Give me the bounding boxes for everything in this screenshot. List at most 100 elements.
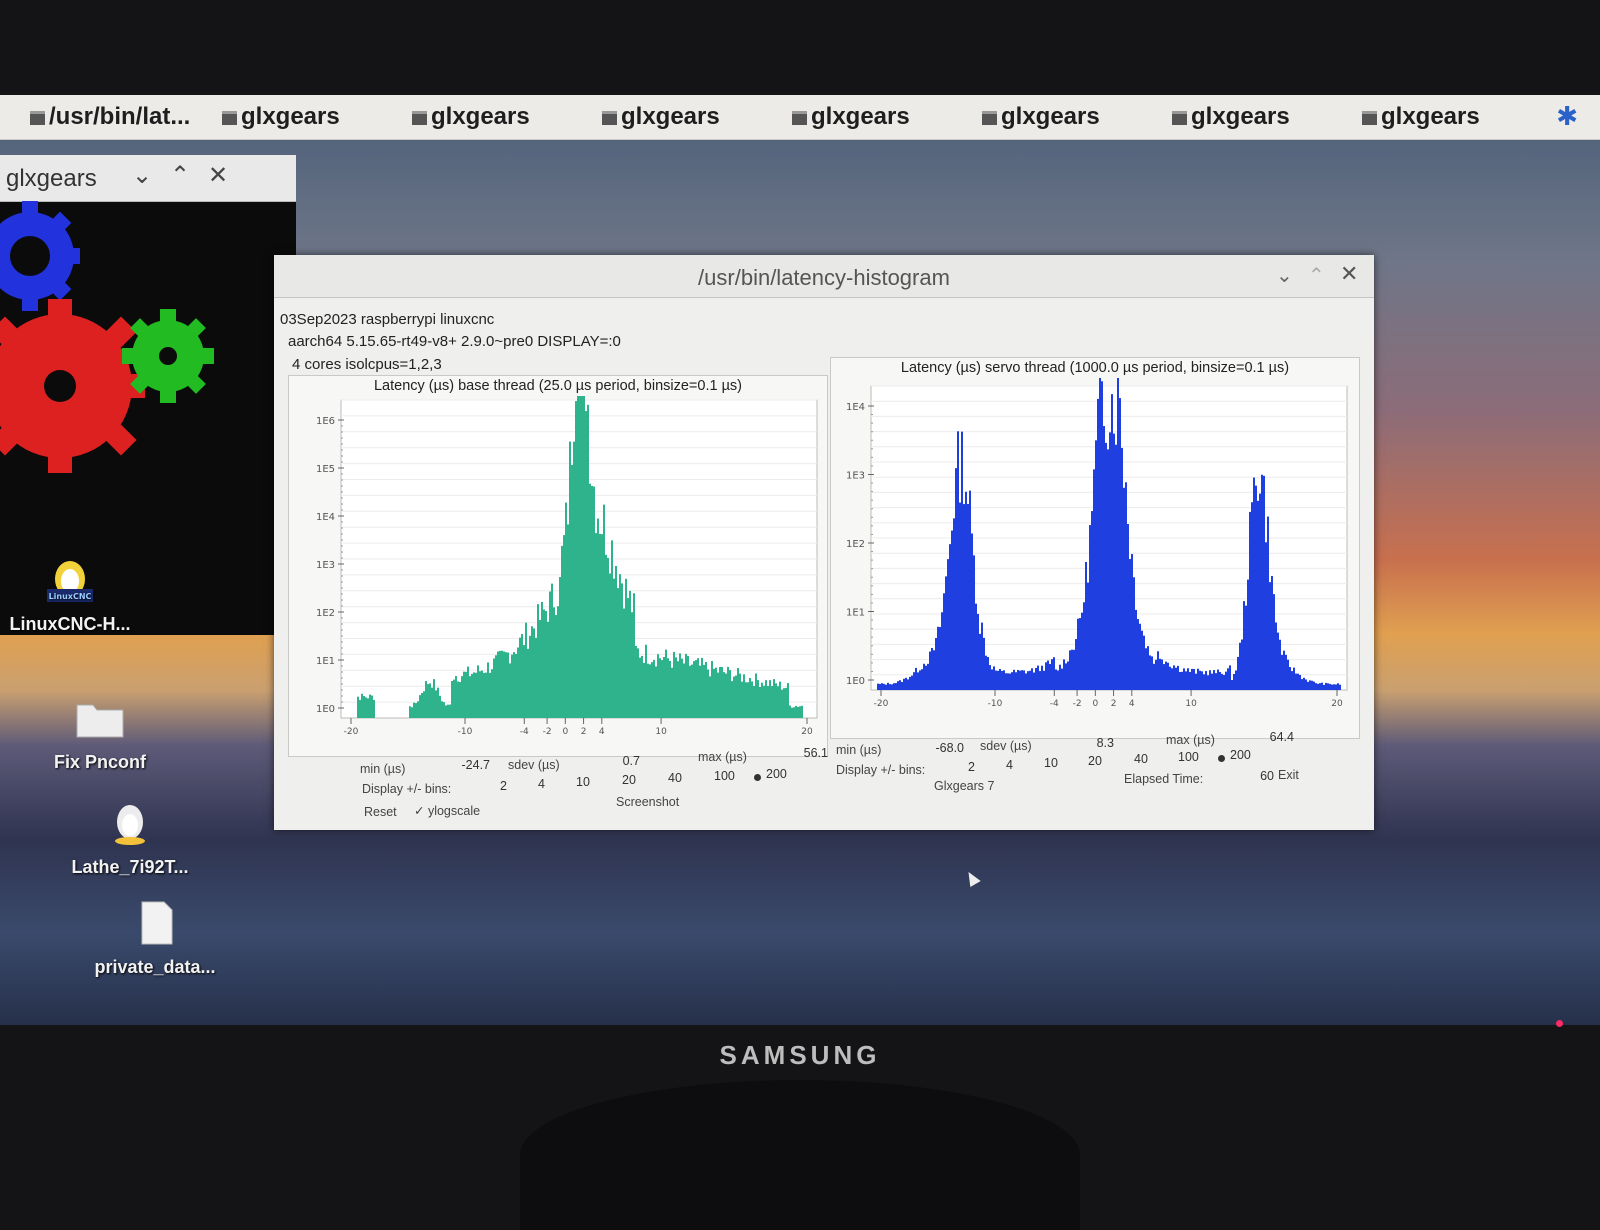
folder-icon bbox=[76, 704, 124, 738]
taskbar-item-latency-histogram[interactable]: /usr/bin/lat... bbox=[30, 103, 190, 131]
histogram-bar bbox=[361, 693, 363, 718]
histogram-bar bbox=[679, 653, 681, 718]
base-bins-option[interactable]: 10 bbox=[576, 775, 590, 789]
histogram-bar bbox=[1139, 623, 1141, 690]
desktop-icon-lathe[interactable]: Lathe_7i92T... bbox=[50, 800, 210, 878]
histogram-bar bbox=[923, 663, 925, 690]
y-tick-label: 1E2 bbox=[846, 539, 865, 550]
histogram-bar bbox=[1235, 670, 1237, 690]
histogram-bar bbox=[671, 667, 673, 718]
minimize-button[interactable]: ⌄ bbox=[132, 161, 152, 190]
y-tick-label: 1E4 bbox=[316, 512, 335, 523]
servo-bins-option[interactable]: 200 bbox=[1230, 748, 1251, 762]
histogram-bar bbox=[775, 683, 777, 718]
histogram-bar bbox=[759, 686, 761, 718]
histogram-bar bbox=[1105, 442, 1107, 690]
histogram-bar bbox=[1113, 433, 1115, 690]
histogram-bar bbox=[1091, 511, 1093, 690]
servo-sdev-label: sdev (µs) bbox=[980, 739, 1032, 753]
servo-bins-option[interactable]: 100 bbox=[1178, 750, 1199, 764]
histogram-bar bbox=[567, 524, 569, 718]
histogram-bar bbox=[1079, 618, 1081, 690]
bluetooth-icon[interactable]: ✱ bbox=[1556, 101, 1578, 132]
histogram-bar bbox=[1001, 670, 1003, 690]
glxgears-button[interactable]: Glxgears 7 bbox=[934, 779, 994, 793]
base-bins-option[interactable]: 4 bbox=[538, 777, 545, 791]
histogram-bar bbox=[493, 658, 495, 718]
base-bins-option[interactable]: 40 bbox=[668, 771, 682, 785]
desktop-icon-linuxcnc[interactable]: LinuxCNC LinuxCNC-H... bbox=[0, 557, 150, 635]
taskbar-item-glxgears[interactable]: glxgears bbox=[982, 103, 1100, 131]
taskbar-item-glxgears[interactable]: glxgears bbox=[222, 103, 340, 131]
ylogscale-checkbox[interactable]: ✓ ylogscale bbox=[414, 803, 480, 818]
desktop-icon-fix-pnconf[interactable]: Fix Pnconf bbox=[20, 695, 180, 773]
reset-button[interactable]: Reset bbox=[364, 805, 397, 819]
histogram-bar bbox=[465, 671, 467, 718]
histogram-bar bbox=[423, 691, 425, 718]
exit-button[interactable]: Exit bbox=[1278, 768, 1299, 782]
minimize-button[interactable]: ⌄ bbox=[1276, 263, 1293, 288]
histogram-bar bbox=[1093, 469, 1095, 690]
base-bins-option[interactable]: 2 bbox=[500, 779, 507, 793]
desktop-icon-private-data[interactable]: private_data... bbox=[75, 900, 235, 978]
close-button[interactable]: ✕ bbox=[208, 161, 228, 190]
servo-bins-selected-radio[interactable] bbox=[1218, 755, 1225, 762]
taskbar-item-glxgears[interactable]: glxgears bbox=[792, 103, 910, 131]
histogram-bar bbox=[885, 684, 887, 690]
histogram-bar bbox=[747, 682, 749, 718]
histogram-bar bbox=[1149, 655, 1151, 690]
taskbar-item-glxgears[interactable]: glxgears bbox=[1172, 103, 1290, 131]
histogram-bar bbox=[1243, 601, 1245, 690]
base-sdev-value: 0.7 bbox=[622, 754, 640, 768]
close-button[interactable]: ✕ bbox=[1340, 261, 1358, 287]
histogram-bar bbox=[685, 653, 687, 718]
histogram-bar bbox=[1173, 665, 1175, 690]
base-bins-option[interactable]: 200 bbox=[766, 767, 787, 781]
histogram-bar bbox=[1247, 579, 1249, 690]
taskbar-item-glxgears[interactable]: glxgears bbox=[412, 103, 530, 131]
histogram-bar bbox=[1013, 669, 1015, 690]
taskbar-item-glxgears[interactable]: glxgears bbox=[602, 103, 720, 131]
x-tick-label: 0 bbox=[1092, 699, 1098, 709]
histogram-bar bbox=[1213, 670, 1215, 690]
base-bins-option[interactable]: 20 bbox=[622, 773, 636, 787]
servo-bins-option[interactable]: 4 bbox=[1006, 758, 1013, 772]
elapsed-time-label: Elapsed Time: bbox=[1124, 772, 1204, 786]
histogram-bar bbox=[1097, 398, 1099, 690]
histogram-bar bbox=[1275, 622, 1277, 690]
histogram-bar bbox=[915, 667, 917, 690]
window-icon bbox=[982, 110, 997, 125]
screenshot-button[interactable]: Screenshot bbox=[616, 795, 679, 809]
servo-bins-option[interactable]: 10 bbox=[1044, 756, 1058, 770]
histogram-bar bbox=[883, 683, 885, 690]
histogram-bar bbox=[1039, 671, 1041, 690]
histogram-bar bbox=[1271, 576, 1273, 690]
histogram-bar bbox=[623, 608, 625, 718]
histogram-bar bbox=[913, 672, 915, 690]
histogram-bar bbox=[481, 670, 483, 718]
taskbar-item-glxgears[interactable]: glxgears bbox=[1362, 103, 1480, 131]
histogram-bar bbox=[947, 559, 949, 690]
histogram-bar bbox=[555, 615, 557, 718]
linuxcnc-icon bbox=[115, 805, 145, 845]
histogram-bar bbox=[545, 610, 547, 718]
servo-bins-option[interactable]: 20 bbox=[1088, 754, 1102, 768]
histogram-bar bbox=[503, 651, 505, 718]
histogram-bar bbox=[1181, 671, 1183, 690]
base-bins-option[interactable]: 100 bbox=[714, 769, 735, 783]
histogram-bar bbox=[419, 695, 421, 718]
y-tick-label: 1E1 bbox=[316, 656, 335, 667]
maximize-button[interactable]: ⌃ bbox=[170, 161, 190, 190]
histogram-bar bbox=[513, 652, 515, 718]
histogram-bar bbox=[785, 687, 787, 718]
base-bins-selected-radio[interactable] bbox=[754, 774, 761, 781]
ylogscale-label: ylogscale bbox=[427, 804, 481, 818]
servo-bins-option[interactable]: 2 bbox=[968, 760, 975, 774]
servo-bins-option[interactable]: 40 bbox=[1134, 752, 1148, 766]
histogram-bar bbox=[1193, 668, 1195, 690]
maximize-button[interactable]: ⌃ bbox=[1308, 263, 1325, 288]
histogram-bar bbox=[1157, 651, 1159, 690]
y-tick-label: 1E6 bbox=[316, 416, 335, 427]
histogram-bar bbox=[1219, 672, 1221, 690]
histogram-bar bbox=[1177, 665, 1179, 690]
